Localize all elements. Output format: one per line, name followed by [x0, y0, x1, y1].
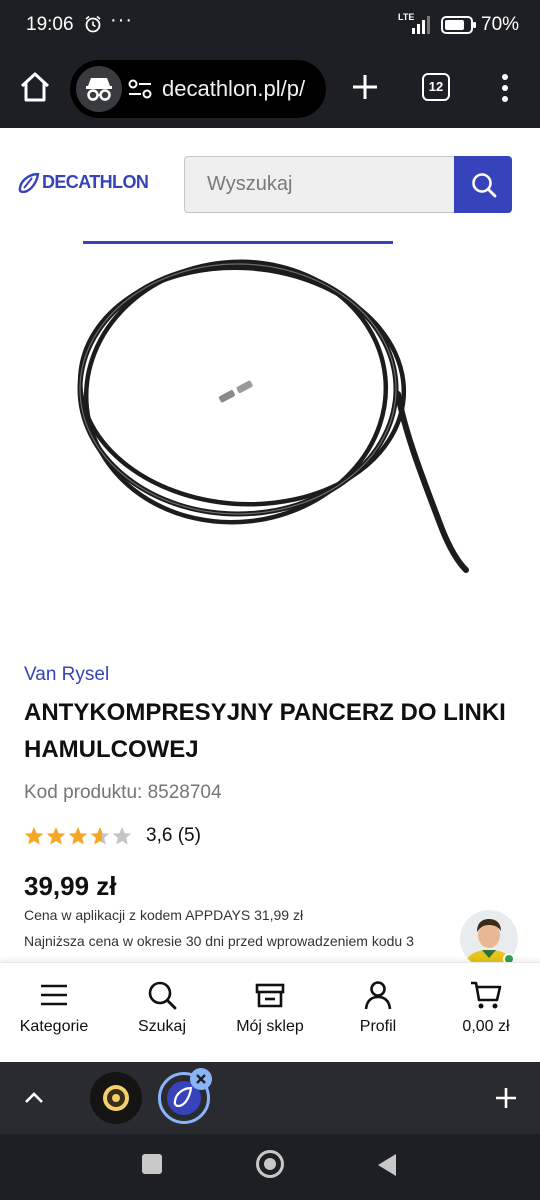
menu-icon [41, 984, 67, 1006]
nav-label: Szukaj [137, 1018, 187, 1035]
tab-strip [0, 1062, 540, 1134]
rating-text: 3,6 (5) [146, 825, 201, 846]
nav-item-cart[interactable]: 0,00 zł [432, 963, 540, 1063]
plus-icon [353, 75, 377, 99]
cable-housing-image [77, 259, 469, 573]
battery-percent: 70% [481, 14, 520, 35]
nav-label: Kategorie [19, 1018, 89, 1035]
nav-item-categories[interactable]: Kategorie [0, 963, 108, 1063]
address-bar[interactable]: decathlon.pl/p/ [70, 60, 326, 118]
nav-item-my-store[interactable]: Mój sklep [216, 963, 324, 1063]
system-navigation-bar [0, 1134, 540, 1200]
signal-icon [412, 16, 434, 39]
back-icon [378, 1154, 396, 1176]
add-tab-icon[interactable] [494, 1086, 518, 1115]
logo-mark-icon [18, 172, 40, 193]
store-icon [255, 983, 285, 1008]
logo-text: DECATHLON [42, 172, 149, 192]
more-menu-button[interactable] [498, 72, 512, 104]
search-input[interactable]: Wyszukaj [184, 156, 456, 213]
search-placeholder: Wyszukaj [207, 173, 293, 195]
search-button[interactable] [454, 156, 512, 213]
tab-switcher-button[interactable]: 12 [422, 73, 450, 101]
app-price-note: Cena w aplikacji z kodem APPDAYS 31,99 z… [24, 907, 304, 923]
profile-icon [364, 981, 392, 1010]
product-price: 39,99 zł [24, 871, 117, 901]
site-favicon-icon [103, 1085, 129, 1111]
cart-total: 0,00 zł [462, 1018, 510, 1035]
nav-label: Mój sklep [236, 1018, 304, 1035]
browser-toolbar: decathlon.pl/p/ 12 [0, 52, 540, 128]
incognito-icon[interactable] [76, 66, 122, 112]
product-brand-link[interactable]: Van Rysel [24, 664, 109, 686]
product-rating[interactable]: 3,6 (5) [24, 824, 201, 848]
product-code: Kod produktu: 8528704 [24, 782, 222, 803]
battery-icon [441, 15, 477, 40]
search-icon [148, 981, 177, 1010]
home-button[interactable] [18, 70, 52, 104]
back-button[interactable] [376, 1152, 398, 1183]
tab-thumbnail[interactable] [90, 1072, 142, 1124]
nav-item-search[interactable]: Szukaj [108, 963, 216, 1063]
more-notifications-icon: ··· [110, 9, 133, 31]
decathlon-logo[interactable]: DECATHLON [18, 172, 149, 193]
site-header: DECATHLON Wyszukaj [0, 128, 540, 242]
home-system-button[interactable] [256, 1150, 284, 1178]
product-title: ANTYKOMPRESYJNY PANCERZ DO LINKI HAMULCO… [24, 699, 506, 763]
chevron-up-icon[interactable] [22, 1086, 46, 1115]
product-image[interactable] [0, 244, 540, 644]
kebab-menu-icon [502, 74, 508, 102]
rating-stars-icon [24, 827, 132, 845]
lowest-price-note: Najniższa cena w okresie 30 dni przed wp… [24, 933, 414, 949]
recents-button[interactable] [142, 1154, 162, 1174]
url-text: decathlon.pl/p/ [162, 76, 306, 101]
nav-label: Profil [359, 1018, 397, 1035]
status-bar: 19:06 ··· LTE 70% [0, 0, 540, 52]
bottom-navigation: Kategorie Szukaj Mój sklep Profil 0,00 z… [0, 962, 540, 1062]
search-icon [472, 173, 497, 198]
site-settings-icon[interactable] [128, 78, 152, 105]
status-time: 19:06 [26, 14, 74, 35]
alarm-icon [84, 15, 102, 38]
cart-icon [471, 981, 502, 1009]
close-tab-button[interactable] [190, 1068, 212, 1090]
close-icon [196, 1074, 206, 1084]
home-icon [20, 72, 50, 102]
nav-item-profile[interactable]: Profil [324, 963, 432, 1063]
new-tab-button[interactable] [350, 72, 380, 102]
